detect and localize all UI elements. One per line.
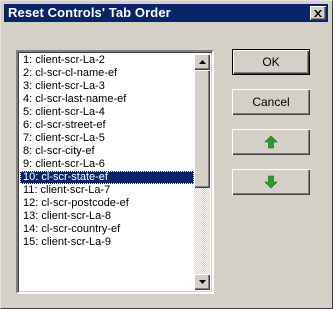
list-item[interactable]: 11: client-scr-La-7 — [20, 184, 194, 197]
list-item[interactable]: 1: client-scr-La-2 — [20, 54, 194, 67]
close-button[interactable] — [310, 6, 326, 20]
list-item[interactable]: 5: client-scr-La-4 — [20, 106, 194, 119]
green-up-arrow-icon — [264, 135, 278, 149]
list-item[interactable]: 12: cl-scr-postcode-ef — [20, 197, 194, 210]
move-down-button[interactable] — [232, 169, 310, 195]
reset-tab-order-dialog: Reset Controls' Tab Order 1: client-scr-… — [0, 0, 333, 309]
list-item[interactable]: 14: cl-scr-country-ef — [20, 223, 194, 236]
list-item[interactable]: 3: client-scr-La-3 — [20, 80, 194, 93]
list-item[interactable]: 8: cl-scr-city-ef — [20, 145, 194, 158]
window-title: Reset Controls' Tab Order — [8, 5, 171, 20]
list-item[interactable]: 13: client-scr-La-8 — [20, 210, 194, 223]
list-item[interactable]: 7: client-scr-La-5 — [20, 132, 194, 145]
scroll-thumb[interactable] — [194, 70, 210, 188]
scroll-up-arrow-icon — [198, 60, 206, 64]
list-item-selected[interactable]: 10: cl-scr-state-ef — [20, 171, 194, 184]
list-item[interactable]: 2: cl-scr-cl-name-ef — [20, 67, 194, 80]
tab-order-listbox[interactable]: 1: client-scr-La-2 2: cl-scr-cl-name-ef 3:… — [16, 50, 214, 294]
close-icon — [314, 9, 322, 17]
vertical-scrollbar[interactable] — [194, 54, 210, 290]
scroll-down-button[interactable] — [194, 274, 210, 290]
list-item[interactable]: 9: client-scr-La-6 — [20, 158, 194, 171]
scroll-up-button[interactable] — [194, 54, 210, 70]
list-item[interactable]: 6: cl-scr-street-ef — [20, 119, 194, 132]
ok-button[interactable]: OK — [232, 49, 310, 75]
cancel-button[interactable]: Cancel — [232, 89, 310, 115]
move-up-button[interactable] — [232, 129, 310, 155]
list-item[interactable]: 4: cl-scr-last-name-ef — [20, 93, 194, 106]
green-down-arrow-icon — [264, 175, 278, 189]
title-bar[interactable]: Reset Controls' Tab Order — [4, 4, 328, 22]
scroll-down-arrow-icon — [198, 280, 206, 284]
list-item[interactable]: 15: client-scr-La-9 — [20, 236, 194, 249]
tab-order-list: 1: client-scr-La-2 2: cl-scr-cl-name-ef 3:… — [20, 54, 194, 290]
